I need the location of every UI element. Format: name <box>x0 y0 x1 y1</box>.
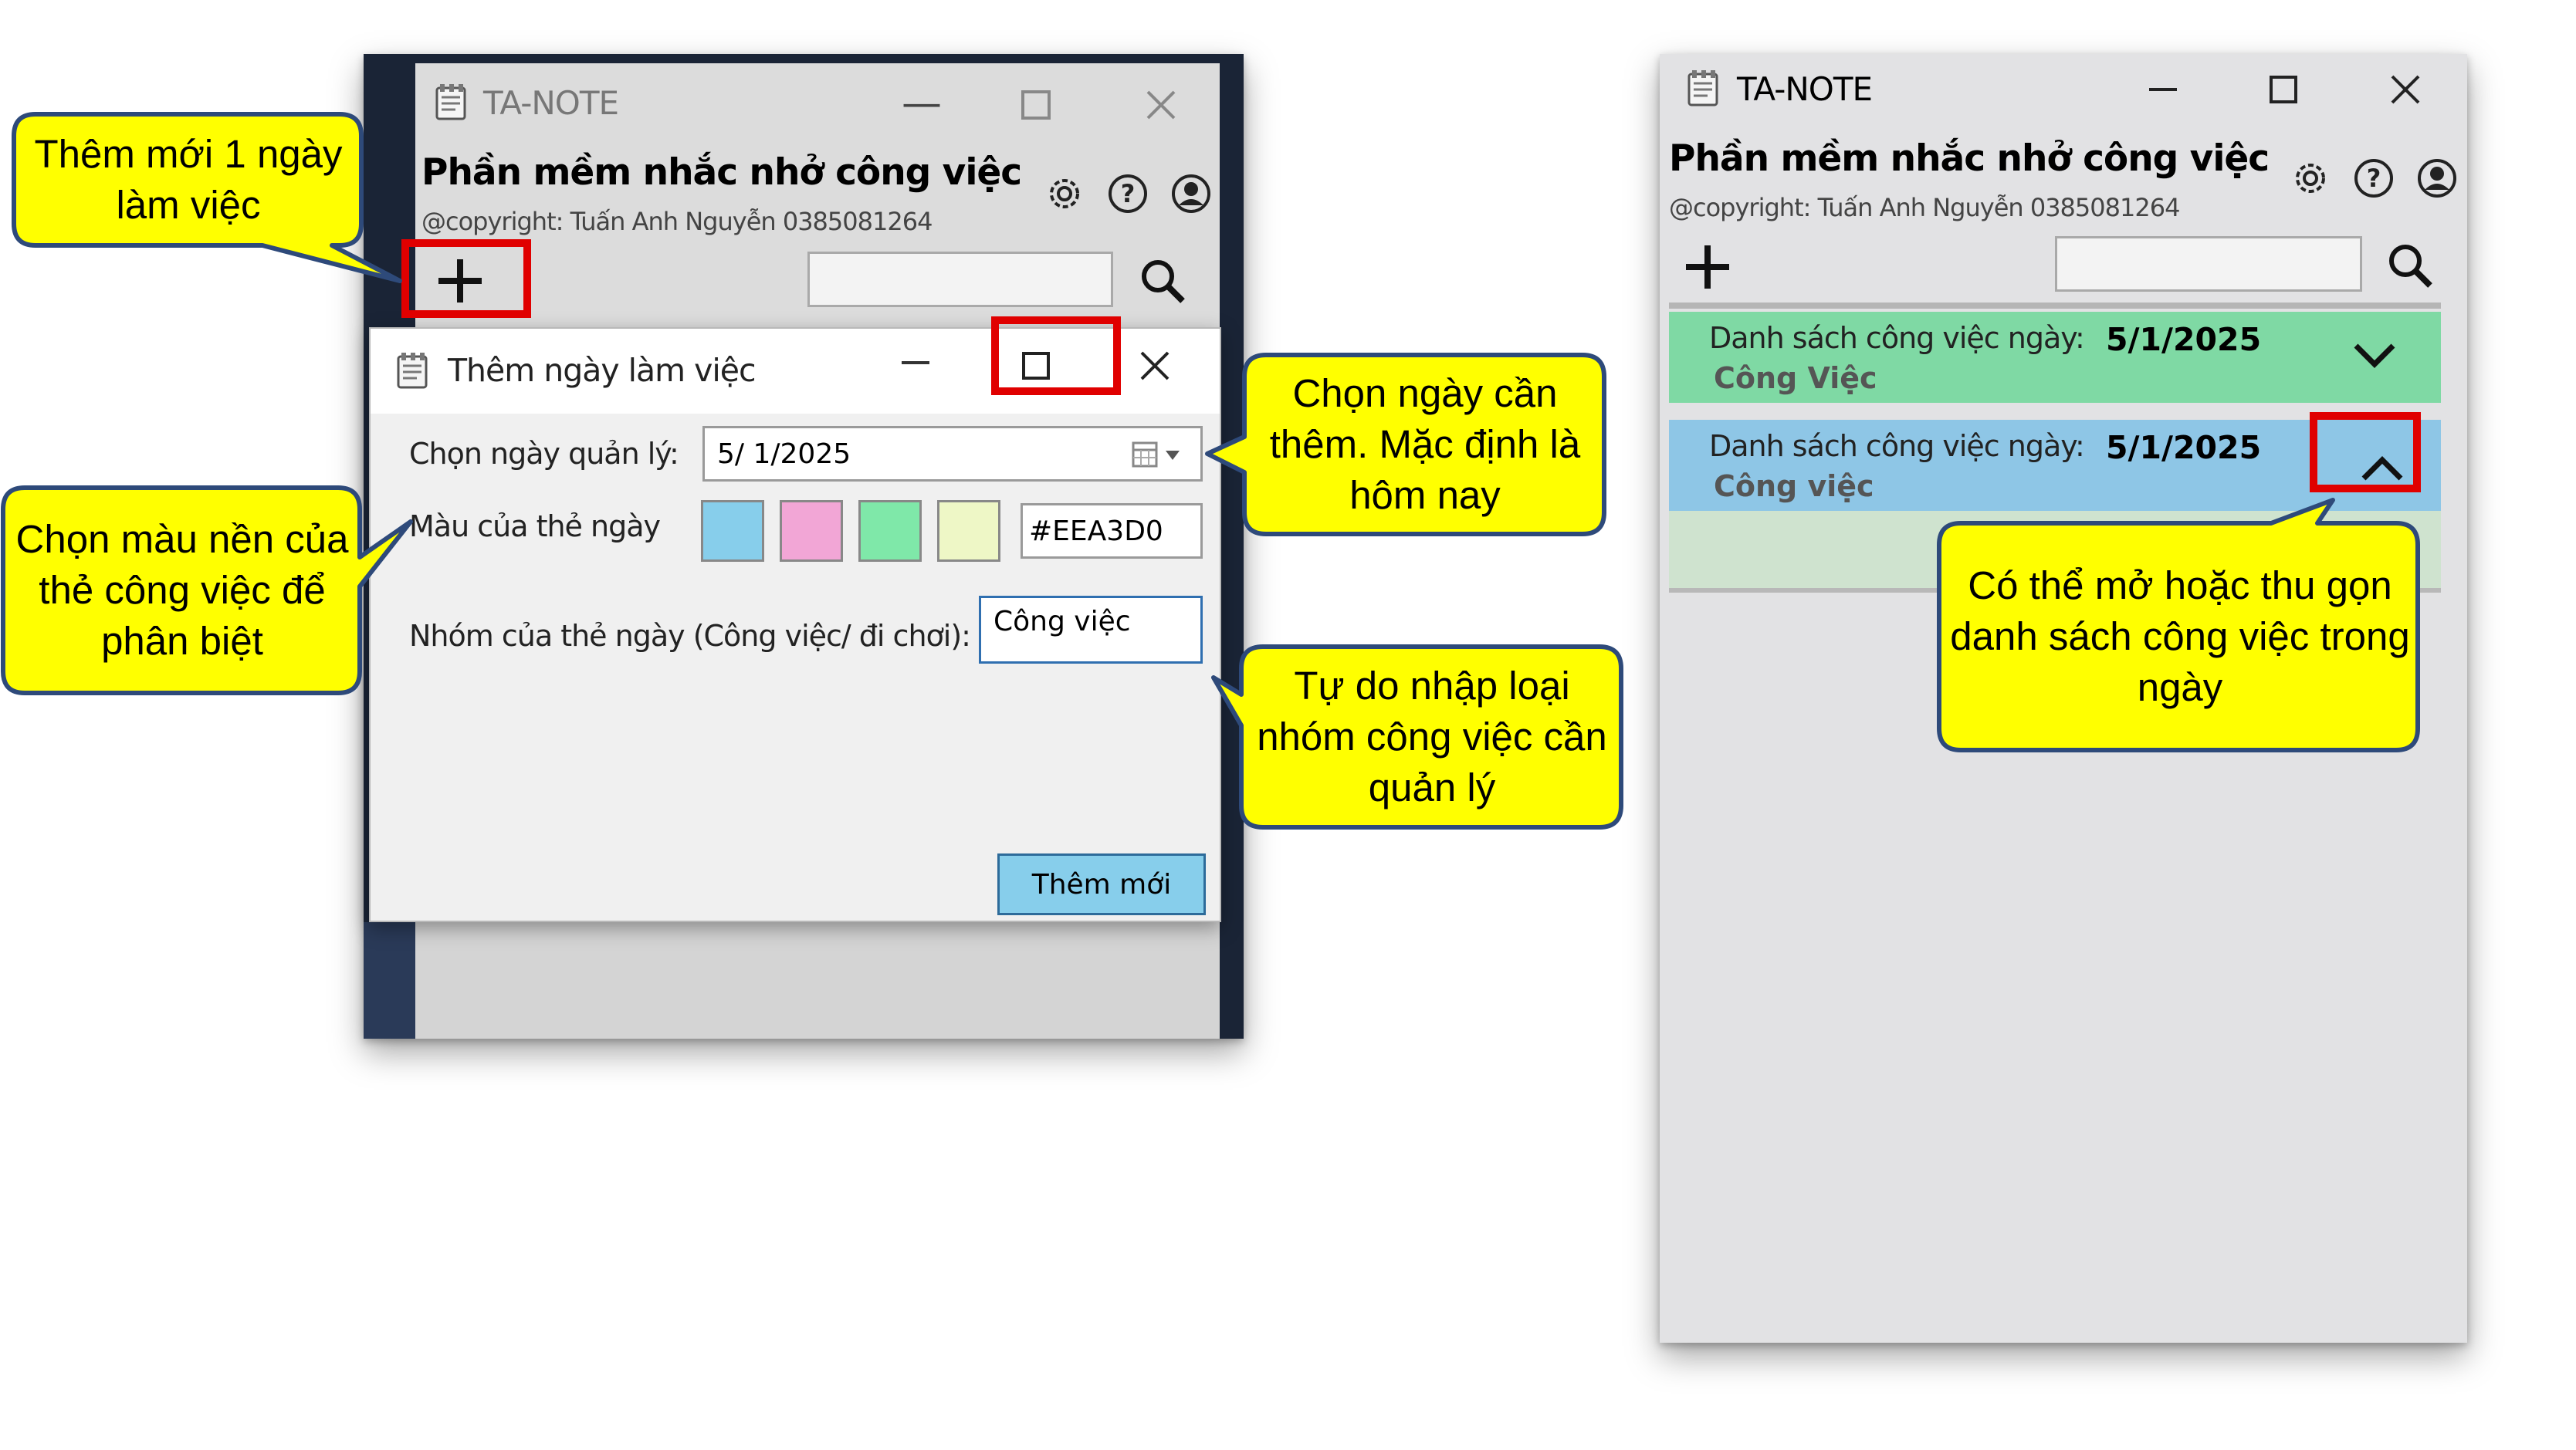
callout-choose-color-text: Chọn màu nền của thẻ công việc để phân b… <box>15 517 349 663</box>
callout-free-group-text: Tự do nhập loại nhóm công việc cần quản … <box>1257 664 1607 809</box>
callout-add-day-text: Thêm mới 1 ngày làm việc <box>34 132 343 227</box>
callout-choose-date-text: Chọn ngày cần thêm. Mặc định là hôm nay <box>1269 371 1581 517</box>
callout-toggle-list-text: Có thể mở hoặc thu gọn danh sách công vi… <box>1950 563 2410 709</box>
